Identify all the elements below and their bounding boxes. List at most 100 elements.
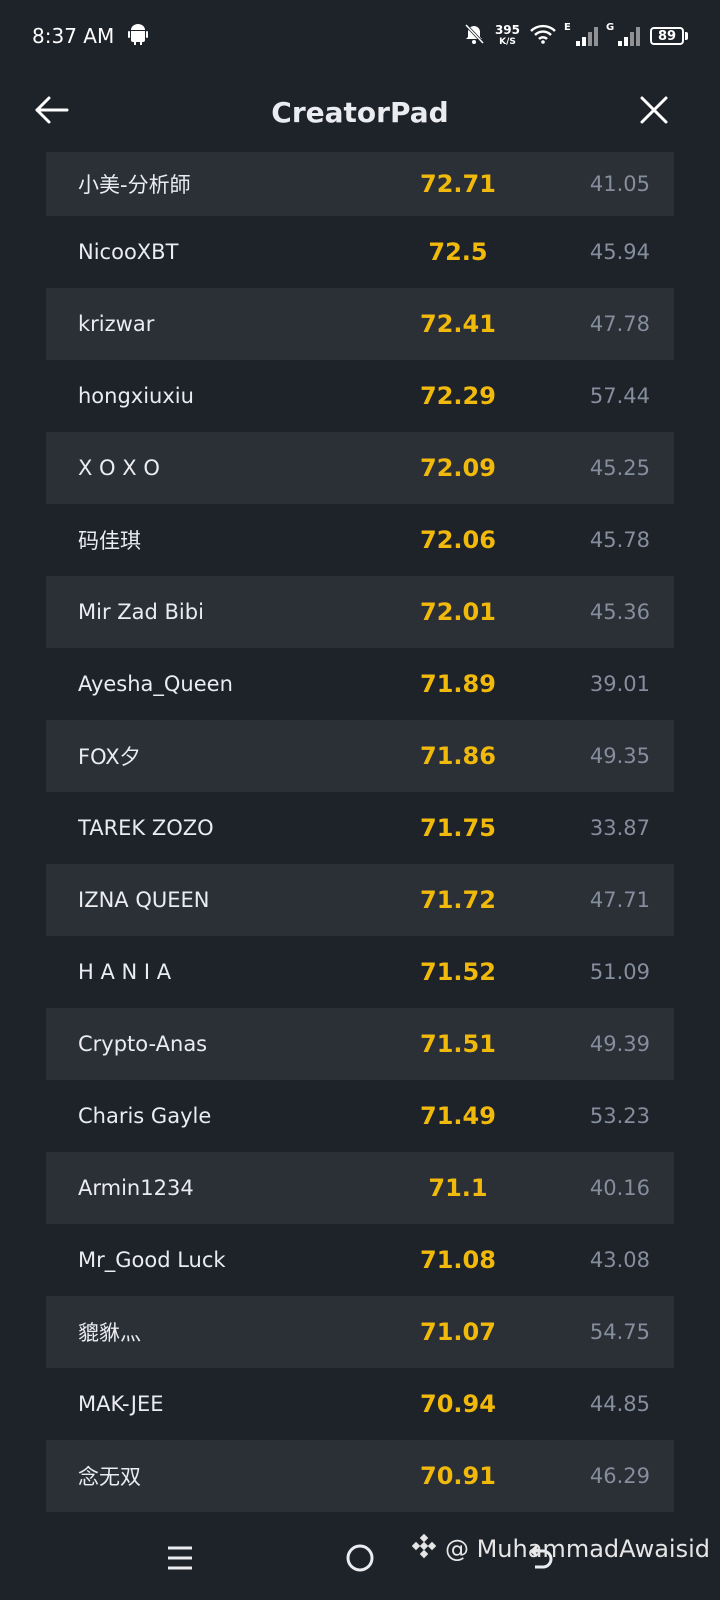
creator-name: TAREK ZOZO	[78, 816, 214, 840]
creator-score: 70.91	[420, 1462, 496, 1490]
list-item[interactable]: Ayesha_Queen 71.89 39.01	[46, 648, 674, 720]
creator-score: 72.29	[420, 382, 496, 410]
creator-name: H A N I A	[78, 960, 172, 984]
creator-score: 71.75	[420, 814, 496, 842]
creator-score: 71.89	[420, 670, 496, 698]
android-icon	[128, 23, 149, 50]
back-button[interactable]	[32, 92, 72, 132]
wifi-icon	[530, 24, 556, 49]
creator-secondary-score: 44.85	[589, 1392, 650, 1416]
creator-name: Armin1234	[78, 1176, 194, 1200]
list-item[interactable]: krizwar 72.41 47.78	[46, 288, 674, 360]
creator-secondary-score: 45.36	[589, 600, 650, 624]
creator-name: FOX夕	[78, 745, 141, 769]
creator-score: 71.08	[420, 1246, 496, 1274]
creator-secondary-score: 45.94	[589, 240, 650, 264]
creator-secondary-score: 40.16	[589, 1176, 650, 1200]
status-time: 8:37 AM	[32, 24, 115, 48]
list-item[interactable]: hongxiuxiu 72.29 57.44	[46, 360, 674, 432]
creator-name: 码佳琪	[78, 529, 141, 553]
net-speed: 395 K/S	[495, 24, 520, 48]
battery-level: 89	[650, 27, 684, 45]
creator-secondary-score: 46.29	[589, 1464, 650, 1488]
list-item[interactable]: MAK-JEE 70.94 44.85	[46, 1368, 674, 1440]
creator-name: Charis Gayle	[78, 1104, 212, 1128]
arrow-left-icon	[34, 95, 70, 129]
creator-secondary-score: 53.23	[589, 1104, 650, 1128]
list-item[interactable]: 念无双 70.91 46.29	[46, 1440, 674, 1512]
creator-score: 71.86	[420, 742, 496, 770]
list-item[interactable]: IZNA QUEEN 71.72 47.71	[46, 864, 674, 936]
status-right: 395 K/S E G 89	[463, 22, 688, 50]
creator-name: MAK-JEE	[78, 1392, 164, 1416]
home-button[interactable]	[338, 1538, 382, 1582]
creator-name: hongxiuxiu	[78, 384, 194, 408]
net-speed-unit: K/S	[499, 37, 516, 47]
list-item[interactable]: TAREK ZOZO 71.75 33.87	[46, 792, 674, 864]
battery-icon: 89	[650, 27, 688, 45]
creator-score: 72.41	[420, 310, 496, 338]
creator-name: 貔貅灬	[78, 1321, 141, 1345]
signal-sim2-icon: G	[606, 22, 640, 46]
creator-score: 71.72	[420, 886, 496, 914]
list-item[interactable]: Mir Zad Bibi 72.01 45.36	[46, 576, 674, 648]
list-item[interactable]: Crypto-Anas 71.51 49.39	[46, 1008, 674, 1080]
circle-icon	[345, 1543, 375, 1577]
list-item[interactable]: X O X O 72.09 45.25	[46, 432, 674, 504]
list-item[interactable]: FOX夕 71.86 49.35	[46, 720, 674, 792]
creator-score: 71.49	[420, 1102, 496, 1130]
creator-secondary-score: 54.75	[589, 1320, 650, 1344]
creator-name: krizwar	[78, 312, 155, 336]
creator-name: Crypto-Anas	[78, 1032, 208, 1056]
creator-name: Mr_Good Luck	[78, 1248, 226, 1272]
creator-score: 72.06	[420, 526, 496, 554]
creator-secondary-score: 47.78	[589, 312, 650, 336]
watermark: @ MuhammadAwaisid	[411, 1533, 710, 1565]
leaderboard-list[interactable]: 小美-分析師 72.71 41.05 NicooXBT 72.5 45.94 k…	[46, 152, 674, 1512]
menu-icon	[165, 1543, 195, 1577]
creator-name: IZNA QUEEN	[78, 888, 210, 912]
creator-name: 小美-分析師	[78, 173, 191, 197]
creator-name: Ayesha_Queen	[78, 672, 233, 696]
status-left: 8:37 AM	[32, 23, 149, 50]
list-item[interactable]: Armin1234 71.1 40.16	[46, 1152, 674, 1224]
creator-secondary-score: 49.35	[589, 744, 650, 768]
creator-secondary-score: 43.08	[589, 1248, 650, 1272]
creator-score: 70.94	[420, 1390, 496, 1418]
creator-score: 71.51	[420, 1030, 496, 1058]
close-button[interactable]	[634, 92, 674, 132]
watermark-text: @ MuhammadAwaisid	[444, 1535, 710, 1563]
list-item[interactable]: NicooXBT 72.5 45.94	[46, 216, 674, 288]
creator-secondary-score: 45.25	[589, 456, 650, 480]
creator-name: NicooXBT	[78, 240, 179, 264]
creator-score: 72.09	[420, 454, 496, 482]
creator-score: 71.1	[428, 1174, 488, 1202]
creator-secondary-score: 39.01	[589, 672, 650, 696]
creator-name: 念无双	[78, 1465, 141, 1489]
page-title: CreatorPad	[271, 95, 449, 129]
net-speed-value: 395	[494, 23, 520, 37]
creator-secondary-score: 45.78	[589, 528, 650, 552]
creator-secondary-score: 47.71	[589, 888, 650, 912]
creator-name: Mir Zad Bibi	[78, 600, 204, 624]
list-item[interactable]: 码佳琪 72.06 45.78	[46, 504, 674, 576]
recent-apps-button[interactable]	[158, 1538, 202, 1582]
creator-score: 72.71	[420, 170, 496, 198]
list-item[interactable]: Charis Gayle 71.49 53.23	[46, 1080, 674, 1152]
creator-secondary-score: 41.05	[589, 172, 650, 196]
list-item[interactable]: 小美-分析師 72.71 41.05	[46, 152, 674, 216]
creator-secondary-score: 57.44	[589, 384, 650, 408]
list-item[interactable]: H A N I A 71.52 51.09	[46, 936, 674, 1008]
binance-logo-icon	[411, 1533, 437, 1565]
sim1-tag: E	[564, 22, 571, 33]
sim2-tag: G	[606, 22, 615, 33]
app-header: CreatorPad	[0, 72, 720, 152]
creator-secondary-score: 49.39	[589, 1032, 650, 1056]
list-item[interactable]: Mr_Good Luck 71.08 43.08	[46, 1224, 674, 1296]
notifications-muted-icon	[463, 23, 485, 50]
status-bar: 8:37 AM 395 K/S E G 89	[0, 0, 720, 72]
creator-score: 72.01	[420, 598, 496, 626]
list-item[interactable]: 貔貅灬 71.07 54.75	[46, 1296, 674, 1368]
creator-name: X O X O	[78, 456, 160, 480]
creator-secondary-score: 33.87	[589, 816, 650, 840]
